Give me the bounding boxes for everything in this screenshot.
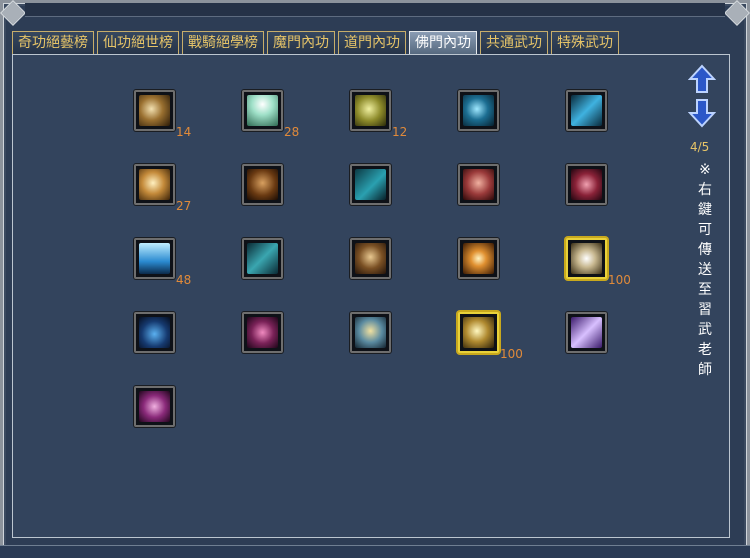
skill-slot[interactable]	[242, 164, 283, 205]
tab-daomen[interactable]: 道門內功	[338, 31, 406, 54]
skill-slot[interactable]	[134, 386, 175, 427]
tab-xiangong[interactable]: 仙功絕世榜	[97, 31, 179, 54]
skill-slot[interactable]	[242, 238, 283, 279]
skill-slot[interactable]	[134, 164, 175, 205]
scroll-up-button[interactable]	[688, 64, 716, 94]
skill-crossed-blades-icon	[247, 243, 278, 274]
skill-bronze-fist-icon	[355, 243, 386, 274]
tab-bar: 奇功絕藝榜 仙功絕世榜 戰騎絕學榜 魔門內功 道門內功 佛門內功 共通武功 特殊…	[12, 31, 622, 54]
skill-slot[interactable]	[566, 90, 607, 131]
skill-slot[interactable]	[350, 312, 391, 353]
tab-fomen[interactable]: 佛門內功	[409, 31, 477, 54]
skill-blue-orb-icon	[463, 95, 494, 126]
skill-count: 27	[176, 199, 192, 213]
window-corner-ornament	[0, 0, 26, 26]
skill-slot[interactable]	[566, 238, 607, 279]
tab-momen[interactable]: 魔門內功	[267, 31, 335, 54]
skill-golden-swirl-icon	[355, 95, 386, 126]
skill-slot[interactable]	[566, 312, 607, 353]
skill-slot[interactable]	[350, 90, 391, 131]
window-bottom-bar	[0, 545, 750, 558]
skill-slot[interactable]	[134, 90, 175, 131]
skill-red-warrior-icon	[463, 169, 494, 200]
page-indicator: 4/5	[690, 140, 710, 154]
skill-count: 12	[392, 125, 408, 139]
skill-slot[interactable]	[566, 164, 607, 205]
skill-golden-burst-icon	[139, 169, 170, 200]
skill-slot[interactable]	[350, 238, 391, 279]
skill-slot[interactable]	[242, 312, 283, 353]
skill-teal-wave-icon	[355, 169, 386, 200]
skill-palm-icon	[139, 95, 170, 126]
skill-slot[interactable]	[242, 90, 283, 131]
skill-count: 28	[284, 125, 300, 139]
skill-radiance-icon	[247, 95, 278, 126]
skill-slot[interactable]	[350, 164, 391, 205]
skill-golden-strike-icon	[463, 317, 494, 348]
skill-count: 100	[500, 347, 523, 361]
skill-count: 14	[176, 125, 192, 139]
skill-purple-aura-icon	[139, 391, 170, 422]
skill-count: 48	[176, 273, 192, 287]
window-top-bar	[25, 3, 725, 17]
skill-slot[interactable]	[134, 238, 175, 279]
skill-meditation-icon	[139, 317, 170, 348]
skill-golden-kick-icon	[355, 317, 386, 348]
tab-zhanqi[interactable]: 戰騎絕學榜	[182, 31, 264, 54]
tab-gongtong[interactable]: 共通武功	[480, 31, 548, 54]
skill-slot[interactable]	[134, 312, 175, 353]
skill-count: 100	[608, 273, 631, 287]
skill-slot[interactable]	[458, 164, 499, 205]
skill-violet-flash-icon	[571, 317, 602, 348]
skill-ice-pillars-icon	[139, 243, 170, 274]
skill-magenta-figure-icon	[247, 317, 278, 348]
right-click-hint: ※右鍵可傳送至習武老師	[698, 162, 712, 378]
skill-slot[interactable]	[458, 90, 499, 131]
skill-sunburst-icon	[463, 243, 494, 274]
skill-crimson-spiral-icon	[571, 169, 602, 200]
skill-blue-blade-icon	[571, 95, 602, 126]
skill-white-swirl-icon	[571, 243, 602, 274]
skill-slot[interactable]	[458, 312, 499, 353]
scroll-down-button[interactable]	[688, 98, 716, 128]
skill-slot[interactable]	[458, 238, 499, 279]
tab-qigong[interactable]: 奇功絕藝榜	[12, 31, 94, 54]
window-corner-ornament	[724, 0, 750, 26]
skill-figure-icon	[247, 169, 278, 200]
tab-teshu[interactable]: 特殊武功	[551, 31, 619, 54]
